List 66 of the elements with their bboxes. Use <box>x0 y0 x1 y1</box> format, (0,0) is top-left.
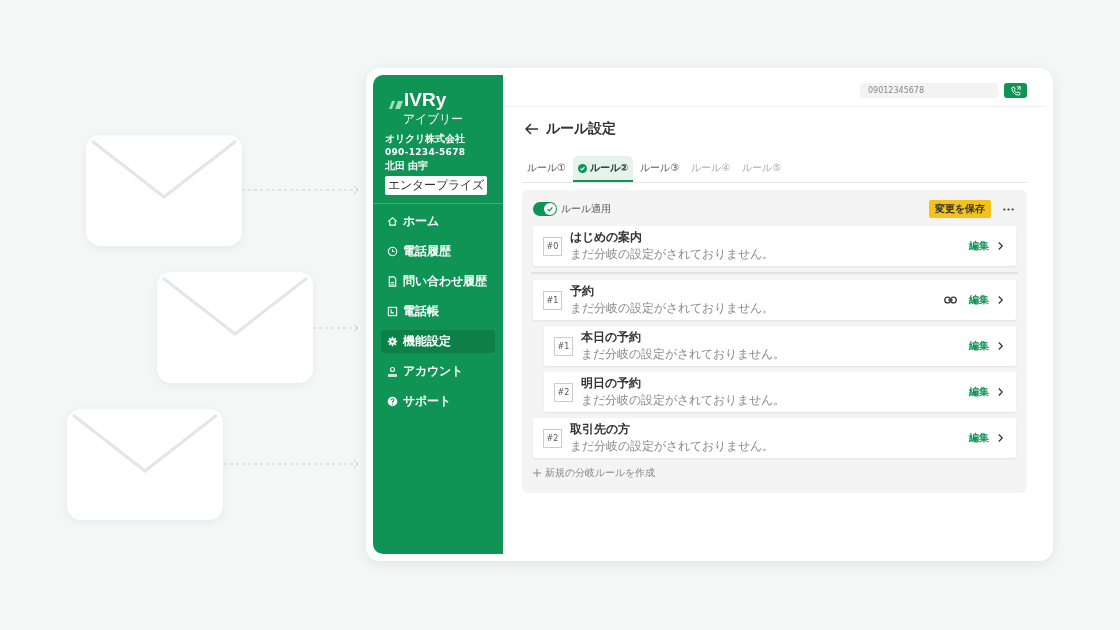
rule-title: はじめの案内 <box>570 229 643 246</box>
page-title: ルール設定 <box>546 120 616 138</box>
edit-link[interactable]: 編集 <box>969 431 989 445</box>
chevron-right-icon[interactable] <box>997 295 1004 305</box>
rule-title: 明日の予約 <box>581 375 642 392</box>
save-button[interactable]: 変更を保存 <box>929 200 991 218</box>
user-name: 北田 由宇 <box>385 159 430 173</box>
add-rule-link[interactable]: 新規の分岐ルールを作成 <box>533 466 655 480</box>
settings-icon <box>387 336 398 347</box>
rule-number: #2 <box>554 382 573 402</box>
book-icon <box>387 306 398 317</box>
rule-status: まだ分岐の設定がされておりません。 <box>570 300 775 317</box>
rule-title: 本日の予約 <box>581 329 642 346</box>
nav-item[interactable]: ホーム <box>381 210 495 233</box>
edit-link[interactable]: 編集 <box>969 239 989 253</box>
company-name: オリクリ株式会社 <box>385 132 466 146</box>
nav-item[interactable]: サポート <box>381 390 495 413</box>
dashed-arrow <box>313 323 360 333</box>
rule-number: #0 <box>543 236 562 256</box>
envelope-icon <box>67 409 223 520</box>
chevron-right-icon[interactable] <box>997 433 1004 443</box>
envelope-icon <box>157 272 313 383</box>
plus-icon <box>533 469 541 477</box>
help-icon <box>387 396 398 407</box>
clock-icon <box>387 246 398 257</box>
toggle-label: ルール適用 <box>561 202 611 216</box>
check-icon <box>546 205 554 213</box>
call-button[interactable] <box>1004 83 1027 98</box>
edit-link[interactable]: 編集 <box>969 293 989 307</box>
edit-link[interactable]: 編集 <box>969 339 989 353</box>
edit-link[interactable]: 編集 <box>969 385 989 399</box>
rule-tab[interactable]: ルール③ <box>635 156 685 182</box>
rule-number: #1 <box>543 290 562 310</box>
document-icon <box>387 276 398 287</box>
back-arrow-icon[interactable] <box>525 123 539 135</box>
rule-tab[interactable]: ルール② <box>572 156 634 182</box>
more-icon[interactable] <box>1003 207 1014 211</box>
plan-badge: エンタープライズ <box>385 176 487 195</box>
rule-status: まだ分岐の設定がされておりません。 <box>581 392 786 409</box>
logo: IVRy <box>389 89 495 109</box>
rule-tab[interactable]: ルール① <box>522 156 571 182</box>
rule-status: まだ分岐の設定がされておりません。 <box>581 346 786 363</box>
rule-number: #1 <box>554 336 573 356</box>
logo-subtitle: アイブリー <box>403 113 464 126</box>
rule-status: まだ分岐の設定がされておりません。 <box>570 246 775 263</box>
rule-number: #2 <box>543 428 562 448</box>
account-phone: 090-1234-5678 <box>385 147 467 157</box>
nav-item[interactable]: 問い合わせ履歴 <box>381 270 495 293</box>
chevron-right-icon[interactable] <box>997 341 1004 351</box>
envelope-icon <box>86 135 242 246</box>
check-circle-icon <box>577 163 587 173</box>
toggle-switch[interactable] <box>533 202 557 216</box>
nav-item[interactable]: 電話履歴 <box>381 240 495 263</box>
nav-item[interactable]: 電話帳 <box>381 300 495 323</box>
phone-input[interactable]: 09012345678 <box>860 83 998 98</box>
phone-icon <box>1010 85 1021 96</box>
chevron-right-icon[interactable] <box>997 241 1004 251</box>
nav-item[interactable]: アカウント <box>381 360 495 383</box>
link-icon[interactable] <box>944 296 957 304</box>
user-icon <box>387 366 398 377</box>
chevron-right-icon[interactable] <box>997 387 1004 397</box>
home-icon <box>387 216 398 227</box>
rule-title: 予約 <box>570 283 595 300</box>
rule-status: まだ分岐の設定がされておりません。 <box>570 438 775 455</box>
rule-title: 取引先の方 <box>570 421 631 438</box>
nav-item[interactable]: 機能設定 <box>381 330 495 353</box>
